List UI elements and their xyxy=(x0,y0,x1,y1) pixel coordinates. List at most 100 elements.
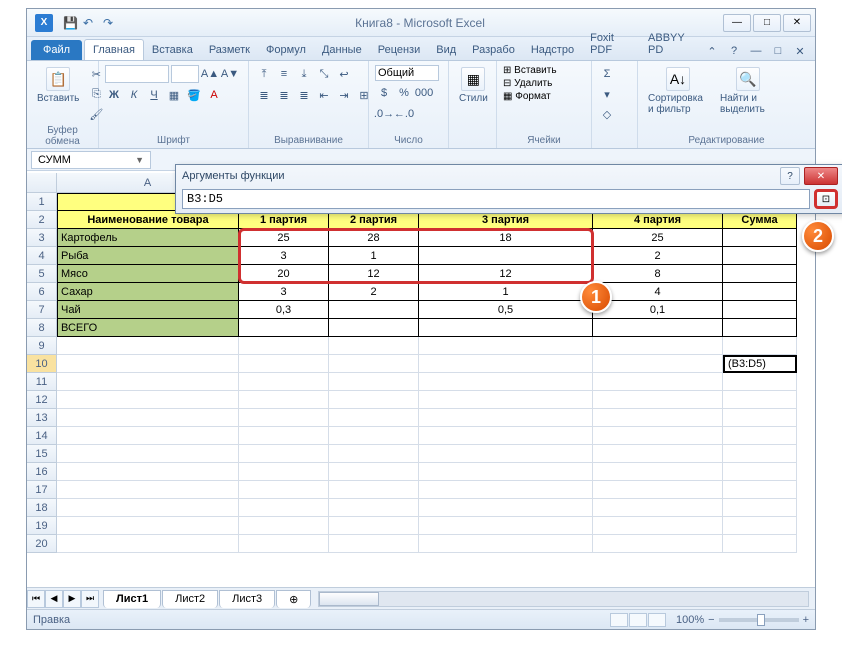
align-right-icon[interactable]: ≣ xyxy=(295,86,313,104)
font-size-select[interactable] xyxy=(171,65,199,83)
cell[interactable]: (B3:D5) xyxy=(723,355,797,373)
data-cell[interactable]: 0,1 xyxy=(593,301,723,319)
data-cell[interactable] xyxy=(723,319,797,337)
cell[interactable] xyxy=(57,427,239,445)
paste-button[interactable]: 📋 Вставить xyxy=(33,65,83,106)
row-name[interactable]: Картофель xyxy=(57,229,239,247)
data-cell[interactable]: 25 xyxy=(593,229,723,247)
data-cell[interactable] xyxy=(329,319,419,337)
tab-data[interactable]: Данные xyxy=(314,40,370,60)
cell[interactable] xyxy=(723,391,797,409)
wrap-text-icon[interactable]: ↩ xyxy=(335,65,353,83)
row-header[interactable]: 15 xyxy=(27,445,57,463)
sheet-nav-last[interactable]: ⏭ xyxy=(81,590,99,608)
data-cell[interactable]: 2 xyxy=(593,247,723,265)
cell[interactable] xyxy=(239,427,329,445)
tab-abbyy[interactable]: ABBYY PD xyxy=(640,28,703,60)
cell[interactable] xyxy=(239,481,329,499)
data-cell[interactable] xyxy=(329,301,419,319)
cell[interactable] xyxy=(723,481,797,499)
cell[interactable] xyxy=(57,517,239,535)
font-color-icon[interactable]: A xyxy=(205,86,223,104)
tab-file[interactable]: Файл xyxy=(31,40,82,60)
cell[interactable] xyxy=(419,337,593,355)
sheet-tab[interactable]: Лист3 xyxy=(219,590,275,608)
cell[interactable] xyxy=(57,355,239,373)
row-header[interactable]: 16 xyxy=(27,463,57,481)
row-header[interactable]: 7 xyxy=(27,301,57,319)
data-cell[interactable] xyxy=(593,319,723,337)
row-header[interactable]: 12 xyxy=(27,391,57,409)
cell[interactable] xyxy=(593,337,723,355)
inner-close-icon[interactable]: ✕ xyxy=(791,42,809,60)
fill-icon[interactable]: ▾ xyxy=(598,85,616,103)
cell[interactable] xyxy=(593,391,723,409)
cell[interactable] xyxy=(57,463,239,481)
data-cell[interactable]: 2 xyxy=(329,283,419,301)
cell[interactable] xyxy=(723,427,797,445)
orientation-icon[interactable]: ⤡ xyxy=(315,65,333,83)
align-center-icon[interactable]: ≣ xyxy=(275,86,293,104)
border-icon[interactable]: ▦ xyxy=(165,86,183,104)
data-cell[interactable] xyxy=(723,301,797,319)
sheet-nav-next[interactable]: ▶ xyxy=(63,590,81,608)
cell[interactable] xyxy=(239,391,329,409)
cell[interactable] xyxy=(57,445,239,463)
tab-addins[interactable]: Надстро xyxy=(523,40,582,60)
tab-foxit[interactable]: Foxit PDF xyxy=(582,28,640,60)
cells-delete-button[interactable]: ⊟ Удалить xyxy=(503,78,552,89)
cell[interactable] xyxy=(329,427,419,445)
horizontal-scrollbar[interactable] xyxy=(318,591,809,607)
cell[interactable] xyxy=(329,355,419,373)
cell[interactable] xyxy=(239,409,329,427)
row-name[interactable]: Рыба xyxy=(57,247,239,265)
minimize-button[interactable]: — xyxy=(723,14,751,32)
cell[interactable] xyxy=(723,517,797,535)
cell[interactable] xyxy=(723,499,797,517)
row-header[interactable]: 10 xyxy=(27,355,57,373)
zoom-in-button[interactable]: + xyxy=(803,614,809,626)
sheet-tab[interactable]: Лист1 xyxy=(103,590,161,608)
cell[interactable] xyxy=(57,337,239,355)
bold-button[interactable]: Ж xyxy=(105,86,123,104)
autosum-icon[interactable]: Σ xyxy=(598,65,616,83)
cell[interactable] xyxy=(329,481,419,499)
cell[interactable] xyxy=(239,337,329,355)
data-cell[interactable]: 1 xyxy=(419,283,593,301)
indent-dec-icon[interactable]: ⇤ xyxy=(315,86,333,104)
row-name[interactable]: ВСЕГО xyxy=(57,319,239,337)
cell[interactable] xyxy=(419,373,593,391)
row-header[interactable]: 20 xyxy=(27,535,57,553)
data-cell[interactable] xyxy=(723,247,797,265)
data-cell[interactable]: 18 xyxy=(419,229,593,247)
italic-button[interactable]: К xyxy=(125,86,143,104)
data-cell[interactable]: 4 xyxy=(593,283,723,301)
cell[interactable] xyxy=(329,445,419,463)
row-header[interactable]: 4 xyxy=(27,247,57,265)
row-name[interactable]: Чай xyxy=(57,301,239,319)
tab-view[interactable]: Вид xyxy=(428,40,464,60)
data-cell[interactable] xyxy=(419,319,593,337)
cell[interactable] xyxy=(419,355,593,373)
sheet-tab[interactable]: Лист2 xyxy=(162,590,218,608)
cell[interactable] xyxy=(57,535,239,553)
tab-home[interactable]: Главная xyxy=(84,39,144,60)
cell[interactable] xyxy=(239,445,329,463)
cell[interactable] xyxy=(723,463,797,481)
data-cell[interactable]: 12 xyxy=(419,265,593,283)
cell[interactable] xyxy=(419,517,593,535)
cells-format-button[interactable]: ▦ Формат xyxy=(503,91,551,102)
align-top-icon[interactable]: ⤒ xyxy=(255,65,273,83)
cell[interactable] xyxy=(329,337,419,355)
font-family-select[interactable] xyxy=(105,65,169,83)
inner-min-icon[interactable]: — xyxy=(747,42,765,60)
cell[interactable] xyxy=(419,535,593,553)
comma-icon[interactable]: 000 xyxy=(415,84,433,102)
cell[interactable] xyxy=(593,517,723,535)
cell[interactable] xyxy=(593,481,723,499)
currency-icon[interactable]: $ xyxy=(375,84,393,102)
qat-save-icon[interactable]: 💾 xyxy=(63,16,77,30)
cell[interactable] xyxy=(239,373,329,391)
data-cell[interactable]: 0,5 xyxy=(419,301,593,319)
cell[interactable] xyxy=(329,499,419,517)
